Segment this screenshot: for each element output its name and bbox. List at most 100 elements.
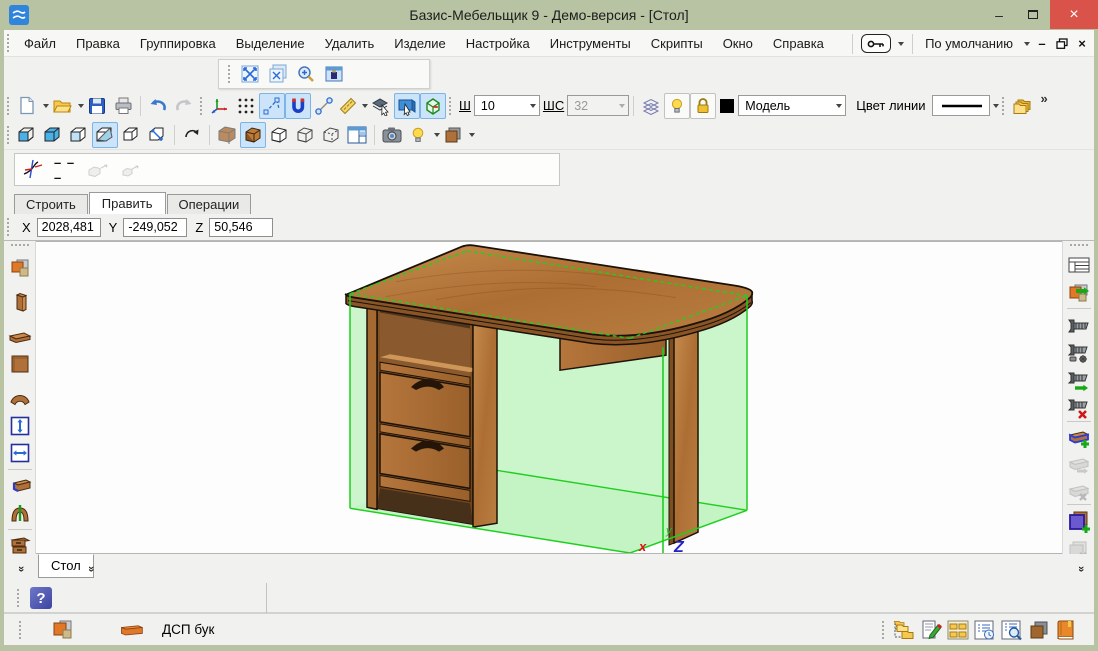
materials-dropdown-icon[interactable] <box>469 133 475 137</box>
toolbar-grip[interactable] <box>1069 243 1089 247</box>
tab-edit[interactable]: Править <box>89 192 166 216</box>
coord-x-input[interactable]: 2028,481 <box>37 218 101 237</box>
curved-panel-button[interactable] <box>7 385 33 411</box>
edge-banding-button[interactable] <box>7 472 33 498</box>
frontal-panel-button[interactable] <box>7 351 33 377</box>
materials-button[interactable] <box>440 122 466 148</box>
toolbar-overflow-chevron[interactable]: » <box>1041 91 1048 106</box>
redo-button[interactable] <box>171 93 197 119</box>
facade-add-button[interactable] <box>1066 508 1092 534</box>
search-parameters-button[interactable] <box>999 618 1024 643</box>
tab-build[interactable]: Строить <box>14 194 88 216</box>
fragments-library-button[interactable] <box>1009 93 1035 119</box>
current-material-label[interactable]: ДСП бук <box>162 622 214 637</box>
line-style-combo[interactable] <box>932 95 990 116</box>
lighting-button[interactable] <box>405 122 431 148</box>
save-button[interactable] <box>84 93 110 119</box>
view-front-button[interactable] <box>14 122 40 148</box>
mdi-minimize-button[interactable]: – <box>1034 36 1050 51</box>
select-panel-button[interactable] <box>394 93 420 119</box>
open-document-button[interactable] <box>49 93 75 119</box>
specification-table-button[interactable] <box>1066 252 1092 278</box>
help-button[interactable]: ? <box>30 587 52 609</box>
vertical-panel-button[interactable] <box>7 290 33 316</box>
coordinate-system-button[interactable] <box>207 93 233 119</box>
layers-button[interactable] <box>638 93 664 119</box>
trim-curves-button[interactable] <box>21 157 47 183</box>
bend-panel-button[interactable] <box>7 500 33 526</box>
extrude2-disabled-button[interactable] <box>117 157 143 183</box>
render-white-button[interactable] <box>266 122 292 148</box>
toolbar-grip[interactable] <box>6 96 10 116</box>
menu-grouping[interactable]: Группировка <box>130 32 226 55</box>
zoom-in-button[interactable] <box>293 61 319 87</box>
select-stack-button[interactable] <box>368 93 394 119</box>
horizontal-panel-button[interactable] <box>7 323 33 349</box>
menu-product[interactable]: Изделие <box>384 32 455 55</box>
operations-history-button[interactable] <box>972 618 997 643</box>
print-button[interactable] <box>110 93 136 119</box>
view-shaded-button[interactable] <box>40 122 66 148</box>
panels-group-button[interactable] <box>7 255 33 281</box>
panel-width-combo[interactable]: 10 <box>474 95 540 116</box>
view-fit-object-button[interactable] <box>144 122 170 148</box>
scheme-selector[interactable]: По умолчанию <box>921 36 1017 51</box>
materials-manager-button[interactable] <box>1026 618 1051 643</box>
menu-window[interactable]: Окно <box>713 32 763 55</box>
undo-button[interactable] <box>145 93 171 119</box>
edge-delete-disabled-button[interactable] <box>1066 479 1092 505</box>
view-open-button[interactable] <box>66 122 92 148</box>
toolbar-grip[interactable] <box>6 125 10 145</box>
fit-view-button[interactable] <box>237 61 263 87</box>
layer-visibility-button[interactable] <box>664 93 690 119</box>
menu-settings[interactable]: Настройка <box>456 32 540 55</box>
menu-delete[interactable]: Удалить <box>315 32 385 55</box>
new-document-button[interactable] <box>14 93 40 119</box>
mdi-restore-button[interactable] <box>1054 38 1070 49</box>
toolbar-grip[interactable] <box>16 588 20 608</box>
grid-step-combo[interactable]: 32 <box>567 95 629 116</box>
edit-notes-button[interactable] <box>918 618 943 643</box>
view-isometric-button[interactable] <box>92 122 118 148</box>
toolbar-grip[interactable] <box>448 96 452 116</box>
render-wire1-button[interactable] <box>292 122 318 148</box>
menu-file[interactable]: Файл <box>14 32 66 55</box>
snapshot-button[interactable] <box>379 122 405 148</box>
fit-all-button[interactable] <box>265 61 291 87</box>
right-toolbar-overflow-chevron[interactable]: » <box>1075 566 1087 572</box>
toolbar-grip[interactable] <box>881 620 885 640</box>
toolbar-grip[interactable] <box>227 64 231 84</box>
fastener-button[interactable] <box>1066 313 1092 339</box>
fastener-settings-button[interactable] <box>1066 341 1092 367</box>
snap-mode-button[interactable] <box>259 93 285 119</box>
menu-help[interactable]: Справка <box>763 32 834 55</box>
menu-selection[interactable]: Выделение <box>226 32 315 55</box>
fastener-delete-button[interactable] <box>1066 396 1092 422</box>
menu-edit[interactable]: Правка <box>66 32 130 55</box>
toolbar-grip[interactable] <box>1001 96 1005 116</box>
license-key-button[interactable] <box>861 34 891 53</box>
measure-button[interactable] <box>311 93 337 119</box>
grid-button[interactable] <box>233 93 259 119</box>
layer-lock-button[interactable] <box>690 93 716 119</box>
render-textured-button[interactable] <box>240 122 266 148</box>
resize-vertical-button[interactable] <box>7 413 33 439</box>
edge-apply-disabled-button[interactable] <box>1066 452 1092 478</box>
toolbar-grip[interactable] <box>199 96 203 116</box>
split-viewport-button[interactable] <box>344 122 370 148</box>
edge-add-button[interactable] <box>1066 425 1092 451</box>
scheme-dropdown-icon[interactable] <box>1024 42 1030 46</box>
coord-z-input[interactable]: 50,546 <box>209 218 273 237</box>
view-wireframe-button[interactable] <box>118 122 144 148</box>
window-maximize-button[interactable] <box>1016 0 1050 29</box>
library-book-button[interactable] <box>1053 618 1078 643</box>
render-textured-dim-button[interactable] <box>214 122 240 148</box>
license-dropdown-icon[interactable] <box>898 42 904 46</box>
window-minimize-button[interactable]: – <box>982 0 1016 29</box>
resize-horizontal-button[interactable] <box>7 440 33 466</box>
toolbar-grip[interactable] <box>6 217 10 237</box>
rotate-view-button[interactable] <box>179 122 205 148</box>
toolbar-grip[interactable] <box>18 620 22 640</box>
viewport-3d[interactable]: x y Z <box>36 241 1062 554</box>
window-close-button[interactable]: × <box>1050 0 1098 29</box>
